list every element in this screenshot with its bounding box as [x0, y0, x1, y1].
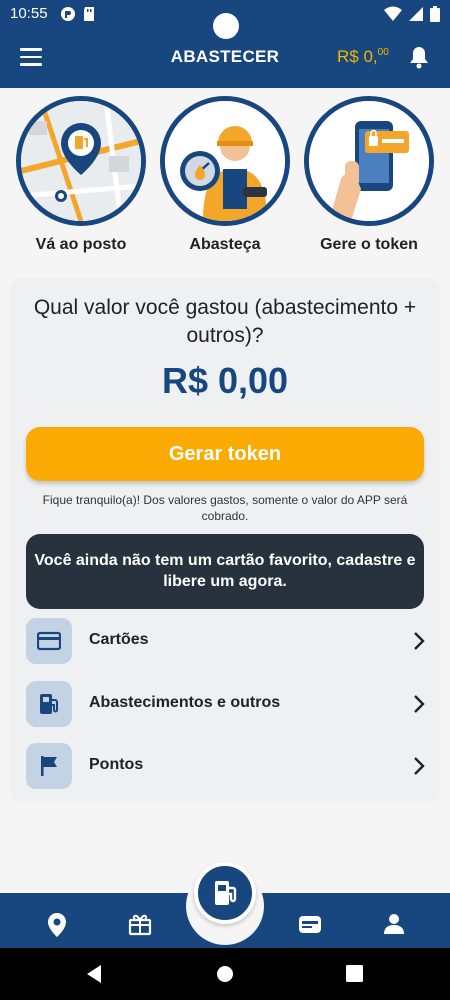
flag-icon	[26, 743, 72, 789]
step-label: Gere o token	[320, 236, 418, 253]
step-label: Vá ao posto	[35, 236, 127, 253]
menu-item-refuels[interactable]: Abastecimentos e outros	[24, 679, 430, 729]
back-icon[interactable]	[85, 964, 103, 984]
chevron-right-icon	[414, 632, 425, 650]
home-icon[interactable]	[216, 965, 234, 983]
attendant-illustration	[160, 96, 290, 226]
card-icon	[26, 618, 72, 664]
status-notification-icons	[60, 6, 96, 22]
app-notification-icon	[61, 7, 75, 21]
step-refuel: Abasteça	[160, 96, 290, 254]
menu-item-label: Cartões	[89, 631, 149, 648]
status-time: 10:55	[10, 5, 48, 22]
refuel-fab-button[interactable]	[194, 862, 256, 924]
system-navigation-bar	[0, 948, 450, 1000]
sd-card-icon	[84, 7, 94, 21]
recent-apps-icon[interactable]	[346, 965, 363, 982]
person-icon[interactable]	[382, 912, 406, 936]
value-question: Qual valor você gastou (abastecimento + …	[33, 296, 417, 347]
map-pin-illustration	[16, 96, 146, 226]
signal-icon	[409, 7, 423, 21]
chevron-right-icon	[414, 757, 425, 775]
wallet-icon[interactable]	[297, 912, 323, 936]
step-label: Abasteça	[189, 236, 261, 253]
balance-main: R$ 0,	[337, 47, 378, 66]
fuel-pump-icon	[215, 881, 237, 905]
menu-item-label: Pontos	[89, 756, 144, 773]
menu-item-points[interactable]: Pontos	[24, 741, 430, 791]
steps-row: Vá ao posto Abasteça Gere o token	[0, 96, 450, 266]
phone-token-illustration	[304, 96, 434, 226]
step-go-to-station: Vá ao posto	[16, 96, 146, 254]
menu-item-label: Abastecimentos e outros	[89, 694, 281, 711]
balance-cents: 00	[377, 47, 389, 58]
location-icon[interactable]	[47, 912, 67, 938]
gift-icon[interactable]	[128, 912, 152, 936]
app-charge-note: Fique tranquilo(a)! Dos valores gastos, …	[42, 493, 408, 523]
balance-display: R$ 0,00	[337, 47, 389, 67]
battery-icon	[430, 6, 440, 22]
refuel-card: Qual valor você gastou (abastecimento + …	[10, 278, 440, 803]
chevron-right-icon	[414, 695, 425, 713]
status-system-icons	[384, 6, 440, 22]
menu-item-cards[interactable]: Cartões	[24, 616, 430, 666]
fuel-pump-icon	[26, 681, 72, 727]
camera-cutout	[213, 13, 239, 39]
step-generate-token: Gere o token	[304, 96, 434, 254]
amount-input[interactable]: R$ 0,00	[10, 360, 440, 402]
generate-token-button[interactable]: Gerar token	[26, 427, 424, 481]
bell-icon[interactable]	[408, 45, 430, 69]
wifi-icon	[384, 6, 402, 21]
favorite-card-banner[interactable]: Você ainda não tem um cartão favorito, c…	[26, 534, 424, 609]
